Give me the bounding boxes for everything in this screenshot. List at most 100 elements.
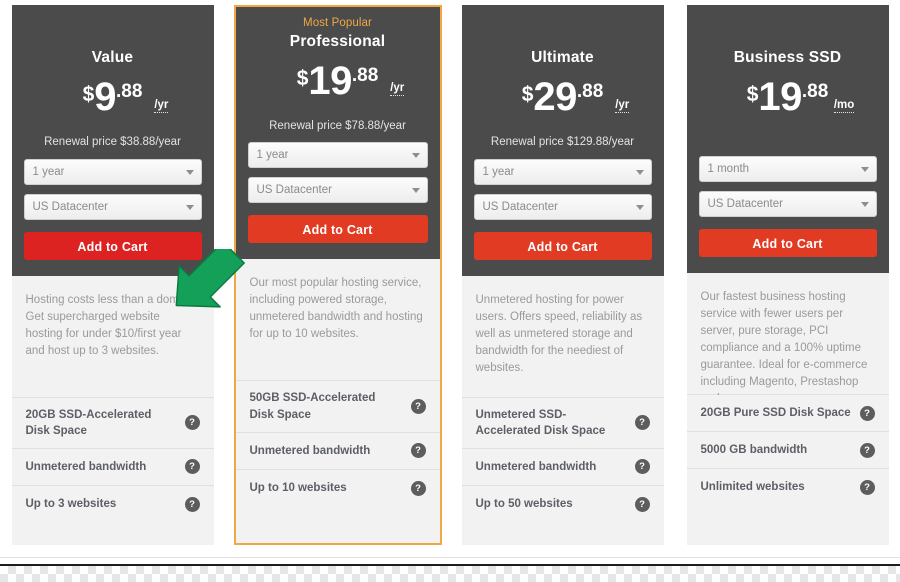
- datacenter-select-value: US Datacenter: [707, 198, 783, 210]
- pricing-card-slot: Most Popular Professional $ 19 .88 /yr R…: [225, 5, 450, 545]
- help-icon[interactable]: ?: [634, 459, 650, 475]
- help-icon[interactable]: ?: [184, 459, 200, 475]
- datacenter-select[interactable]: US Datacenter: [247, 177, 428, 204]
- datacenter-select[interactable]: US Datacenter: [698, 191, 877, 217]
- term-select-value: 1 month: [707, 163, 750, 175]
- add-to-cart-button[interactable]: Add to Cart: [247, 215, 428, 244]
- pricing-cards-row: Value $ 9 .88 /yr Renewal price $38.88/y…: [0, 5, 900, 545]
- bottom-divider: [0, 557, 900, 558]
- help-icon[interactable]: ?: [410, 443, 426, 459]
- chevron-down-icon: [411, 188, 420, 194]
- pricing-card-slot: Value $ 9 .88 /yr Renewal price $38.88/y…: [0, 5, 225, 545]
- term-select[interactable]: 1 year: [247, 142, 428, 169]
- help-icon[interactable]: ?: [184, 496, 200, 512]
- badge-placeholder: [24, 13, 202, 32]
- term-select[interactable]: 1 month: [698, 156, 877, 182]
- datacenter-select[interactable]: US Datacenter: [473, 193, 652, 220]
- help-icon[interactable]: ?: [859, 405, 875, 421]
- pricing-card-professional: Most Popular Professional $ 19 .88 /yr R…: [233, 5, 442, 545]
- feature-row: 20GB Pure SSD Disk Space ?: [686, 395, 889, 432]
- price-block: $ 19 .88 /mo: [699, 75, 877, 133]
- help-icon[interactable]: ?: [859, 442, 875, 458]
- plan-description: Unmetered hosting for power users. Offer…: [461, 275, 664, 398]
- currency-symbol: $: [296, 66, 309, 90]
- feature-label: Unlimited websites: [700, 481, 805, 494]
- chevron-down-icon: [860, 167, 869, 172]
- currency-symbol: $: [82, 83, 95, 106]
- price-amount: 19: [758, 75, 802, 119]
- term-select[interactable]: 1 year: [23, 158, 202, 185]
- feature-label: Up to 50 websites: [475, 498, 573, 511]
- plan-description: Our most popular hosting service, includ…: [235, 259, 440, 382]
- help-icon[interactable]: ?: [634, 496, 650, 512]
- price-amount: 9: [94, 75, 116, 119]
- help-icon[interactable]: ?: [410, 399, 426, 415]
- plan-description: Our fastest business hosting service wit…: [686, 273, 889, 405]
- badge-placeholder: [699, 13, 877, 32]
- currency-symbol: $: [521, 83, 534, 106]
- feature-row: Up to 3 websites ?: [11, 485, 214, 523]
- datacenter-select-value: US Datacenter: [482, 200, 558, 213]
- card-header: Most Popular Professional $ 19 .88 /yr R…: [235, 7, 440, 260]
- pricing-card-ultimate: Ultimate $ 29 .88 /yr Renewal price $129…: [461, 5, 664, 545]
- feature-row: Up to 50 websites ?: [461, 485, 664, 523]
- chevron-down-icon: [635, 204, 644, 210]
- feature-row: Unmetered bandwidth ?: [235, 432, 440, 470]
- plan-name: Ultimate: [531, 49, 594, 66]
- chevron-down-icon: [185, 204, 194, 210]
- add-to-cart-button[interactable]: Add to Cart: [698, 229, 877, 257]
- term-select[interactable]: 1 year: [473, 158, 652, 185]
- add-to-cart-button[interactable]: Add to Cart: [23, 231, 202, 260]
- datacenter-select-value: US Datacenter: [32, 200, 108, 213]
- help-icon[interactable]: ?: [184, 415, 200, 431]
- price-cents: .88: [116, 81, 143, 102]
- term-select-value: 1 year: [32, 165, 65, 178]
- feature-row: 20GB SSD-Accelerated Disk Space ?: [11, 397, 214, 449]
- feature-label: 50GB SSD-Accelerated Disk Space: [249, 392, 376, 421]
- plan-name: Value: [91, 49, 134, 66]
- pricing-card-slot: Business SSD $ 19 .88 /mo 1 month US Dat…: [675, 5, 900, 545]
- help-icon[interactable]: ?: [859, 480, 875, 495]
- renewal-price: Renewal price $129.88/year: [490, 136, 635, 148]
- plan-name: Professional: [289, 32, 386, 50]
- feature-row: 50GB SSD-Accelerated Disk Space ?: [235, 381, 440, 433]
- add-to-cart-button[interactable]: Add to Cart: [473, 231, 652, 260]
- currency-symbol: $: [746, 83, 759, 106]
- card-header: Ultimate $ 29 .88 /yr Renewal price $129…: [461, 5, 664, 276]
- feature-label: Up to 10 websites: [249, 482, 347, 495]
- price-block: $ 29 .88 /yr: [474, 77, 652, 133]
- feature-row: 5000 GB bandwidth ?: [686, 432, 889, 469]
- renewal-price: Renewal price $78.88/year: [269, 119, 406, 132]
- feature-row: Unlimited websites ?: [686, 469, 889, 506]
- renewal-price: Renewal price $38.88/year: [44, 136, 181, 148]
- price-period: /yr: [615, 98, 630, 113]
- transparency-checker-strip: [0, 564, 900, 582]
- renewal-price-placeholder: [699, 133, 877, 147]
- feature-label: Unmetered SSD-Accelerated Disk Space: [475, 408, 606, 437]
- price-cents: .88: [576, 81, 604, 102]
- pricing-page: Value $ 9 .88 /yr Renewal price $38.88/y…: [0, 0, 900, 582]
- feature-label: 20GB SSD-Accelerated Disk Space: [25, 408, 152, 437]
- price-period: /yr: [390, 82, 405, 97]
- price-period: /yr: [154, 98, 169, 113]
- price-period: /mo: [833, 98, 855, 113]
- card-header: Business SSD $ 19 .88 /mo 1 month US Dat…: [686, 5, 889, 273]
- price-cents: .88: [801, 81, 829, 102]
- chevron-down-icon: [635, 169, 644, 175]
- feature-label: 20GB Pure SSD Disk Space: [700, 406, 851, 419]
- datacenter-select[interactable]: US Datacenter: [23, 193, 202, 220]
- feature-row: Unmetered SSD-Accelerated Disk Space ?: [461, 397, 664, 449]
- chevron-down-icon: [860, 202, 869, 207]
- feature-row: Unmetered bandwidth ?: [461, 448, 664, 486]
- help-icon[interactable]: ?: [634, 415, 650, 431]
- plan-name: Business SSD: [733, 49, 842, 66]
- price-amount: 19: [308, 58, 352, 103]
- help-icon[interactable]: ?: [410, 480, 426, 496]
- pricing-card-slot: Ultimate $ 29 .88 /yr Renewal price $129…: [450, 5, 675, 545]
- price-block: $ 19 .88 /yr: [248, 58, 428, 117]
- pricing-card-business-ssd: Business SSD $ 19 .88 /mo 1 month US Dat…: [686, 5, 889, 545]
- feature-label: Unmetered bandwidth: [475, 460, 597, 473]
- feature-row: Up to 10 websites ?: [235, 469, 440, 507]
- datacenter-select-value: US Datacenter: [256, 184, 332, 197]
- most-popular-badge: Most Popular: [303, 17, 372, 29]
